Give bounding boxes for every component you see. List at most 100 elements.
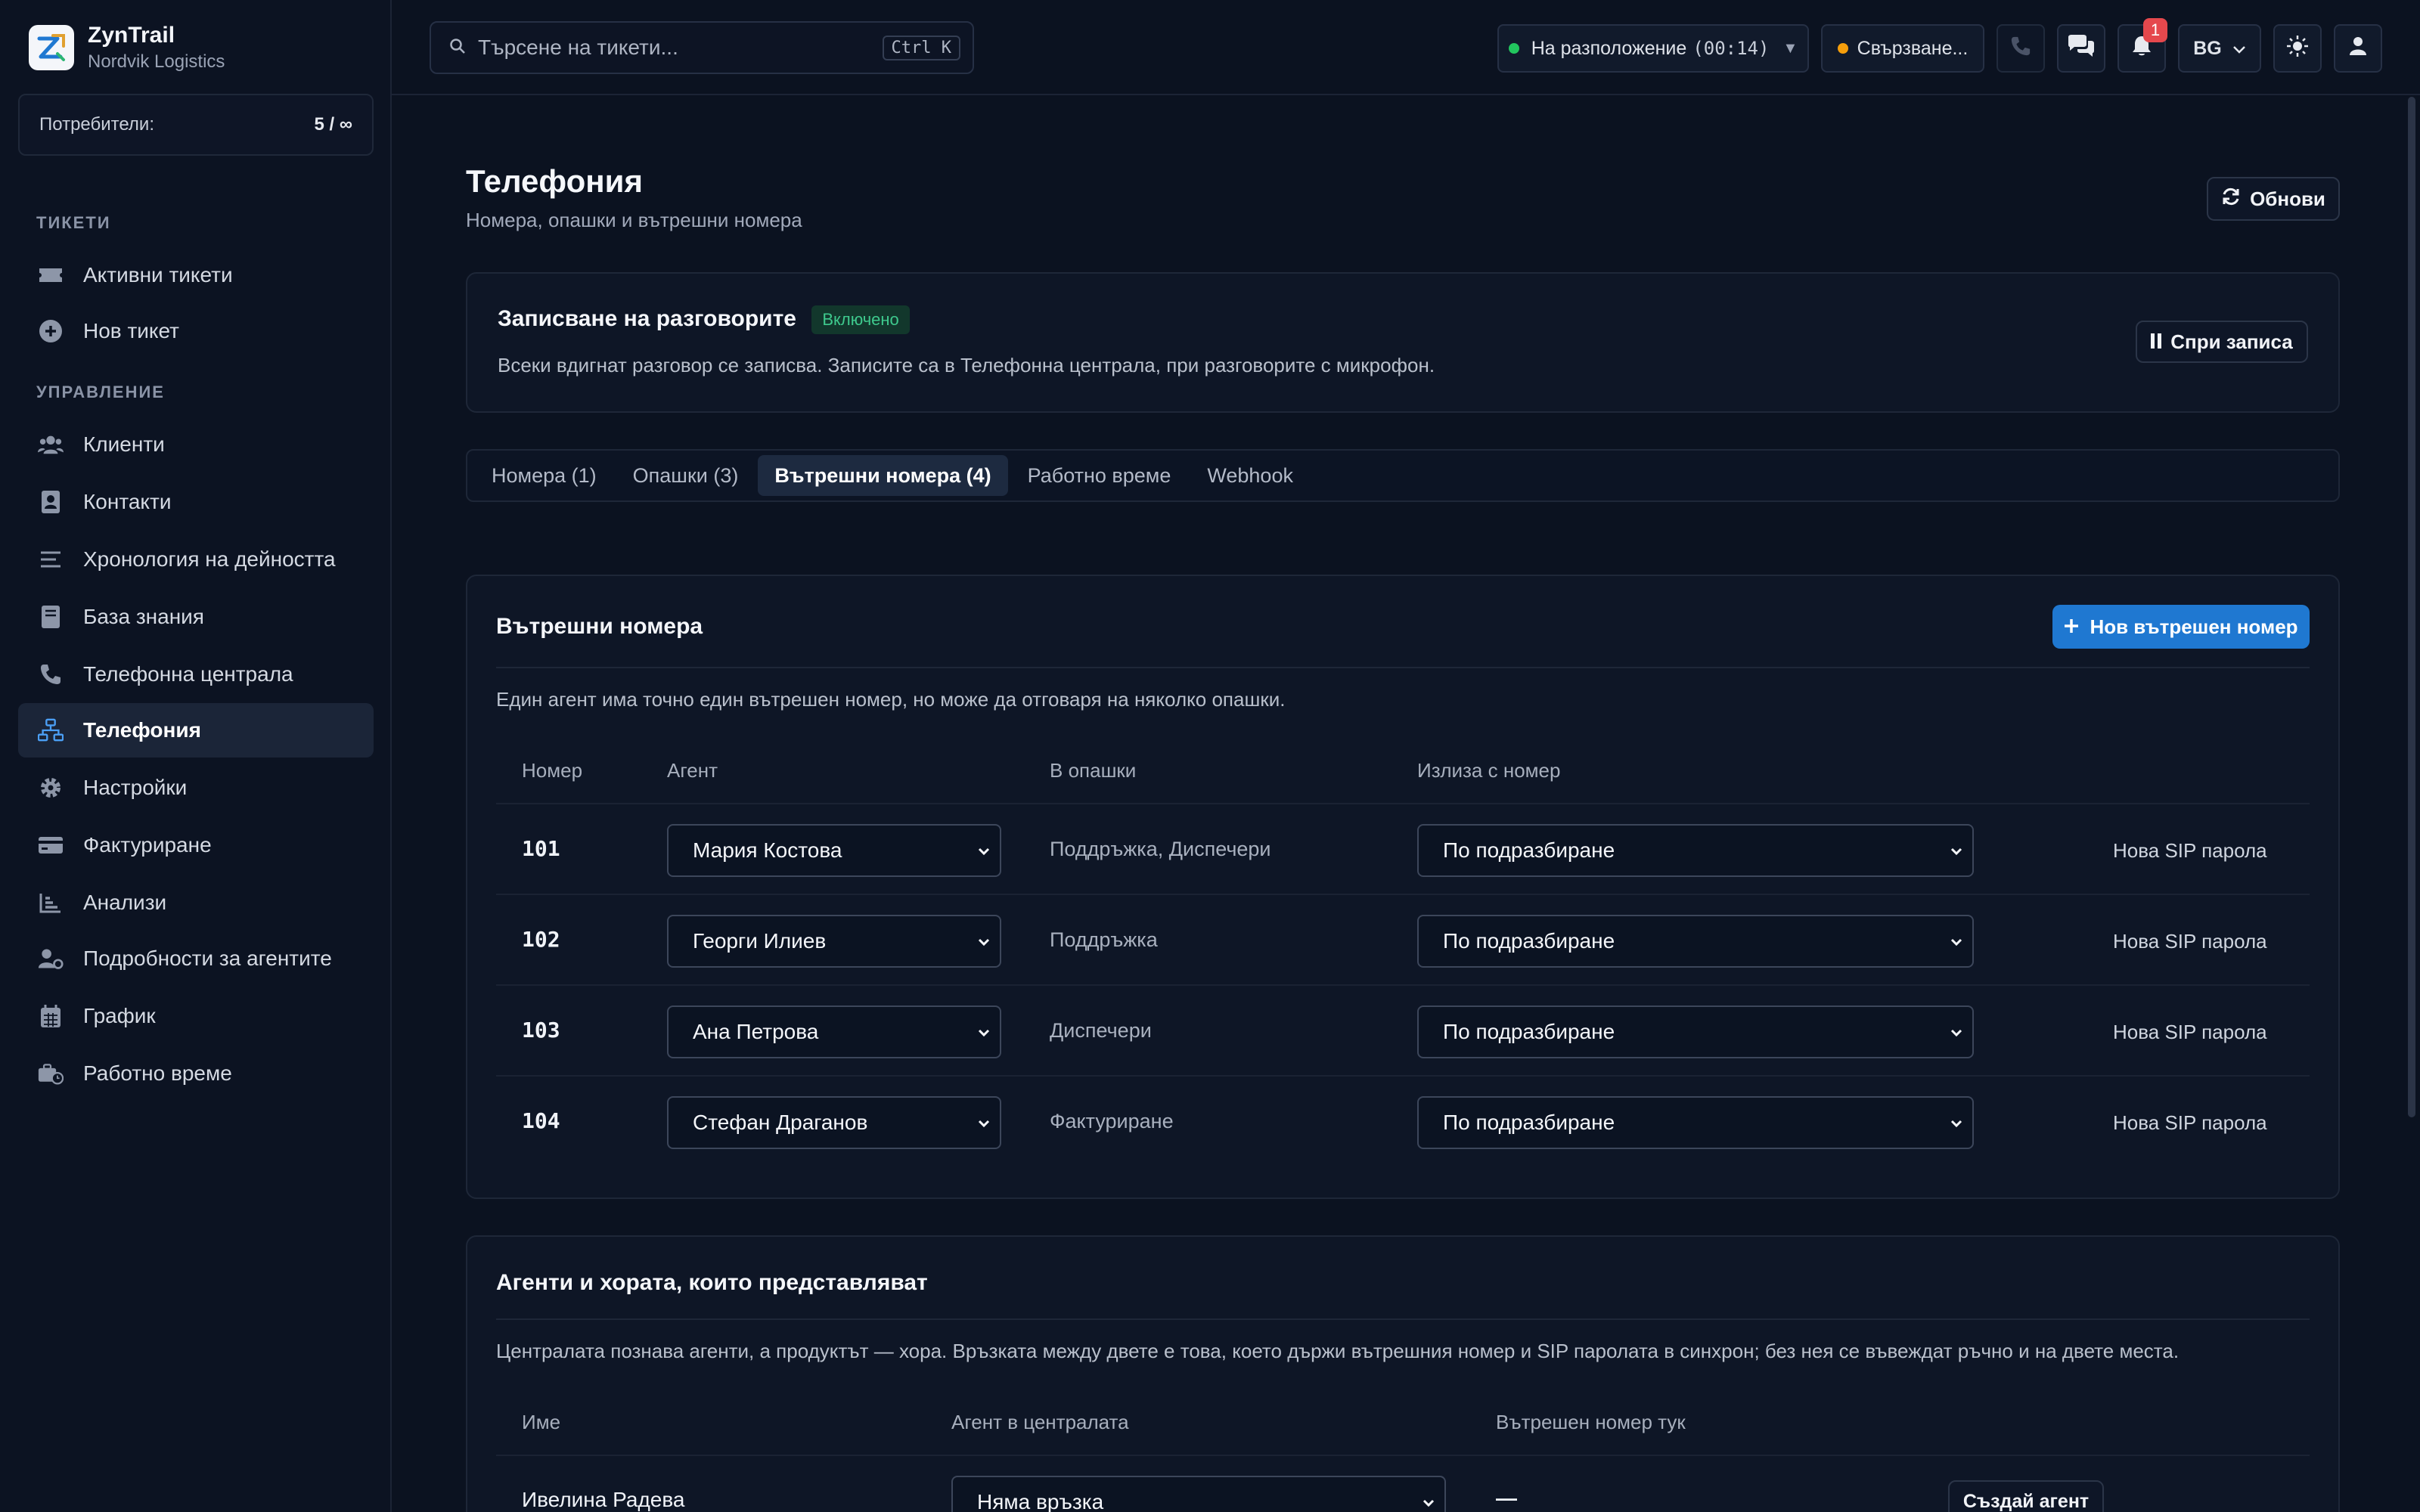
search-input[interactable]: Търсене на тикети... — [478, 36, 883, 60]
new-sip-password-button[interactable]: Нова SIP парола — [2113, 930, 2267, 953]
notifications-button[interactable]: 1 — [2118, 18, 2167, 73]
agent-person-name: Ивелина Радева — [522, 1488, 685, 1511]
new-extension-button[interactable]: Нов вътрешен номер — [2052, 605, 2310, 649]
sidebar-item-business-hours[interactable]: Работно време — [18, 1046, 374, 1101]
bar-chart-icon — [38, 890, 64, 916]
page-subtitle: Номера, опашки и вътрешни номера — [466, 209, 802, 231]
brand-logo — [29, 25, 74, 70]
telephony-tabs: Номера (1) Опашки (3) Вътрешни номера (4… — [466, 449, 2340, 502]
recording-description: Всеки вдигнат разговор се записва. Запис… — [498, 354, 1435, 376]
sidebar-item-agent-details[interactable]: Подробности за агентите — [18, 931, 374, 986]
nav-section-tickets: ТИКЕТИ — [36, 213, 111, 232]
availability-status-dropdown[interactable]: На разположение (00:14) ▼ — [1497, 24, 1809, 73]
sidebar-item-label: Фактуриране — [83, 833, 212, 857]
refresh-button[interactable]: Обнови — [2207, 177, 2340, 221]
tab-webhook[interactable]: Webhook — [1190, 455, 1310, 496]
recording-status-badge: Включено — [811, 305, 910, 334]
agent-select[interactable]: Стефан Драганов — [667, 1096, 1001, 1149]
status-dot-green — [1508, 43, 1519, 54]
chevron-down-icon — [1948, 1022, 1965, 1049]
sidebar-item-new-ticket[interactable]: Нов тикет — [18, 304, 374, 358]
sidebar-item-contacts[interactable]: Контакти — [18, 475, 374, 529]
new-extension-label: Нов вътрешен номер — [2090, 615, 2298, 638]
extensions-description: Един агент има точно един вътрешен номер… — [496, 688, 1286, 711]
sidebar-item-active-tickets[interactable]: Активни тикети — [18, 248, 374, 302]
sidebar-item-settings[interactable]: Настройки — [18, 761, 374, 815]
new-sip-password-button[interactable]: Нова SIP парола — [2113, 1111, 2267, 1135]
page-title: Телефония — [466, 163, 643, 199]
outbound-select-value: По подразбиране — [1443, 1111, 1615, 1134]
recording-title-row: Записване на разговорите Включено — [498, 305, 910, 334]
plus-icon — [2064, 615, 2079, 639]
language-select[interactable]: BG — [2178, 24, 2261, 73]
contact-card-icon — [38, 489, 64, 515]
agent-select[interactable]: Георги Илиев — [667, 915, 1001, 968]
column-header-outbound-number: Излиза с номер — [1417, 759, 1561, 782]
scrollbar[interactable] — [2408, 97, 2415, 1117]
chevron-down-icon — [976, 841, 992, 867]
sidebar-item-label: Настройки — [83, 776, 188, 799]
credit-card-icon — [38, 832, 64, 858]
search-box[interactable]: Търсене на тикети... Ctrl K — [430, 21, 974, 74]
stop-recording-button[interactable]: Спри записа — [2136, 321, 2308, 363]
sidebar-item-clients[interactable]: Клиенти — [18, 417, 374, 472]
sidebar-item-activity-log[interactable]: Хронология на дейността — [18, 532, 374, 587]
outbound-number-select[interactable]: По подразбиране — [1417, 824, 1974, 877]
user-icon — [2349, 36, 2367, 61]
sidebar-item-pbx[interactable]: Телефонна централа — [18, 647, 374, 702]
phone-icon — [2010, 36, 2031, 62]
user-gear-icon — [38, 946, 64, 971]
column-header-name: Име — [522, 1411, 561, 1433]
theme-toggle-button[interactable] — [2273, 24, 2322, 73]
column-header-queues: В опашки — [1050, 759, 1137, 782]
nav-section-management: УПРАВЛЕНИЕ — [36, 383, 165, 401]
chat-button[interactable] — [2057, 24, 2105, 73]
gear-icon — [38, 775, 64, 801]
status-dot-orange — [1837, 43, 1848, 54]
sidebar-item-knowledge-base[interactable]: База знания — [18, 590, 374, 644]
sidebar-item-analytics[interactable]: Анализи — [18, 875, 374, 930]
users-quota-label: Потребители: — [39, 114, 154, 135]
outbound-number-select[interactable]: По подразбиране — [1417, 1005, 1974, 1058]
sidebar-item-label: База знания — [83, 605, 204, 628]
chevron-down-icon — [1420, 1492, 1437, 1512]
new-sip-password-button[interactable]: Нова SIP парола — [2113, 839, 2267, 863]
tab-extensions[interactable]: Вътрешни номера (4) — [758, 455, 1008, 496]
outbound-number-select[interactable]: По подразбиране — [1417, 1096, 1974, 1149]
sidebar-item-label: Хронология на дейността — [83, 547, 336, 571]
search-icon — [449, 36, 466, 60]
pbx-agent-select[interactable]: Няма връзка — [951, 1476, 1446, 1512]
list-icon — [38, 547, 64, 572]
refresh-label: Обнови — [2250, 187, 2325, 210]
call-button[interactable] — [1996, 24, 2045, 73]
sidebar-item-telephony[interactable]: Телефония — [18, 703, 374, 758]
connection-status[interactable]: Свързване... — [1821, 24, 1984, 73]
tab-numbers[interactable]: Номера (1) — [475, 455, 613, 496]
divider — [496, 667, 2310, 668]
pbx-agent-select-value: Няма връзка — [977, 1490, 1104, 1512]
extensions-title: Вътрешни номера — [496, 614, 703, 639]
tab-business-hours[interactable]: Работно време — [1011, 455, 1188, 496]
sidebar-item-label: Нов тикет — [83, 319, 179, 342]
user-menu-button[interactable] — [2334, 24, 2382, 73]
agent-select[interactable]: Ана Петрова — [667, 1005, 1001, 1058]
tab-queues[interactable]: Опашки (3) — [616, 455, 755, 496]
ticket-icon — [38, 262, 64, 288]
outbound-number-select[interactable]: По подразбиране — [1417, 915, 1974, 968]
chat-bubbles-icon — [2067, 34, 2096, 64]
outbound-select-value: По подразбиране — [1443, 838, 1615, 862]
agents-title: Агенти и хората, които представляват — [496, 1270, 928, 1295]
brand[interactable]: ZynTrail Nordvik Logistics — [29, 23, 225, 73]
users-quota: Потребители: 5 / ∞ — [18, 94, 374, 156]
create-agent-button[interactable]: Създай агент — [1948, 1480, 2104, 1512]
outbound-select-value: По подразбиране — [1443, 1020, 1615, 1043]
agent-select[interactable]: Мария Костова — [667, 824, 1001, 877]
column-header-pbx-agent: Агент в централата — [951, 1411, 1129, 1433]
sidebar-item-label: Клиенти — [83, 432, 165, 456]
agent-select-value: Георги Илиев — [693, 929, 827, 953]
sidebar-item-billing[interactable]: Фактуриране — [18, 818, 374, 872]
sidebar-item-schedule[interactable]: График — [18, 989, 374, 1043]
chevron-down-icon — [976, 931, 992, 958]
extension-number: 103 — [522, 1018, 560, 1043]
new-sip-password-button[interactable]: Нова SIP парола — [2113, 1021, 2267, 1044]
